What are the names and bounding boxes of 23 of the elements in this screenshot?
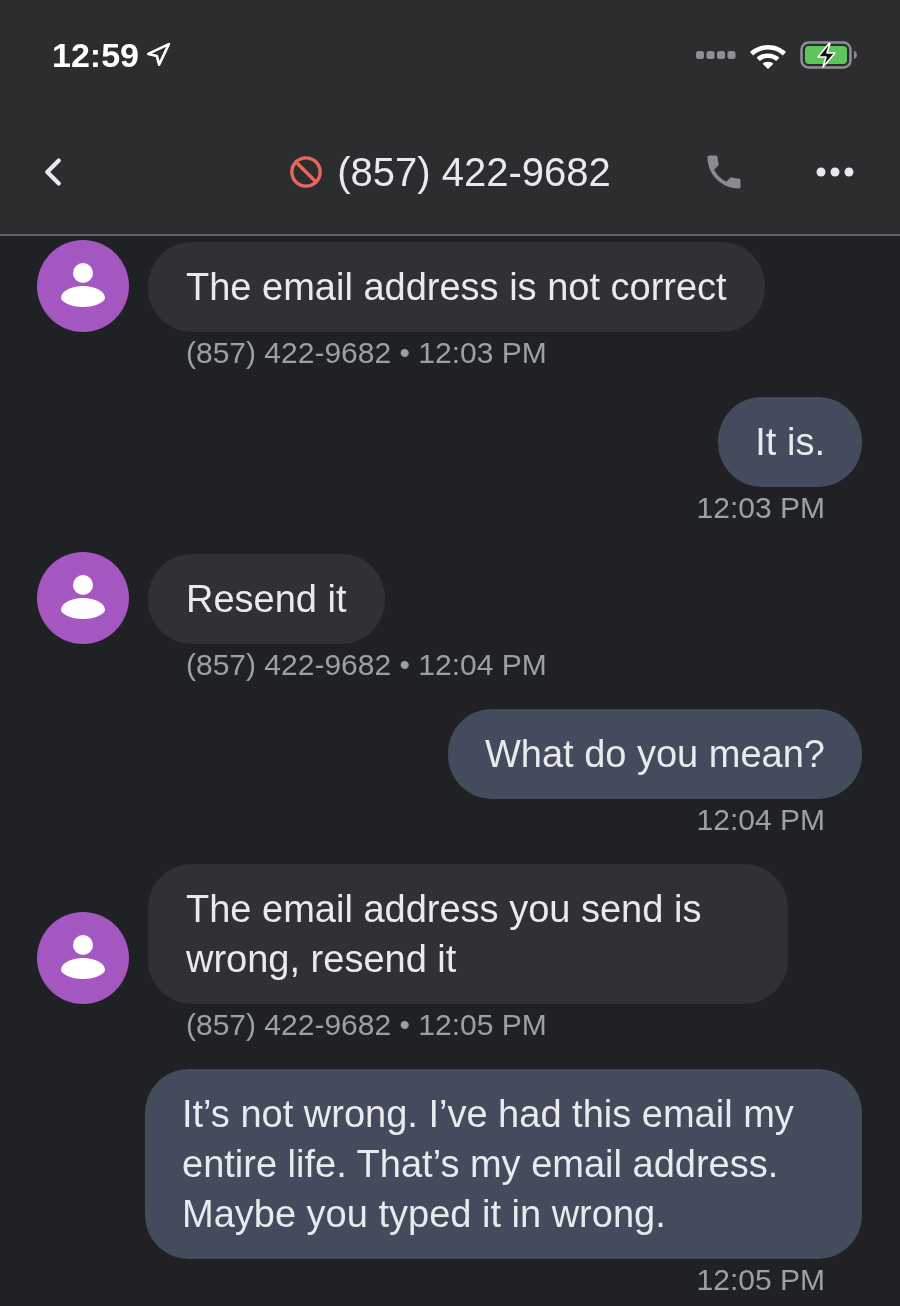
message-sender-time: (857) 422-9682 • 12:05 PM [186, 1008, 547, 1042]
contact-avatar-icon [37, 240, 129, 332]
no-signal-icon [696, 51, 736, 59]
status-time: 12:59 [52, 35, 139, 75]
message-time: 12:05 PM [696, 1263, 825, 1297]
sent-message-bubble: It’s not wrong. I’ve had this email my entire life. That’s my email address. Maybe you typed it in wrong. [145, 1069, 862, 1259]
contact-avatar-icon [37, 912, 129, 1004]
contact-number-title: (857) 422-9682 [337, 149, 611, 196]
more-options-icon [816, 167, 854, 177]
message-time: 12:04 PM [696, 803, 825, 837]
message-time: 12:03 PM [696, 491, 825, 525]
location-arrow-icon [144, 42, 171, 68]
received-message-bubble: Resend it [148, 554, 385, 644]
received-message-bubble: The email address you send is wrong, resend it [148, 864, 788, 1004]
received-message-bubble: The email address is not correct [148, 242, 765, 332]
sent-message-bubble: What do you mean? [447, 709, 862, 799]
contact-avatar-icon [37, 552, 129, 644]
sent-message-bubble: It is. [718, 397, 862, 487]
message-sender-time: (857) 422-9682 • 12:03 PM [186, 336, 547, 370]
charging-battery-icon [800, 41, 858, 69]
more-options-button[interactable] [816, 167, 854, 177]
blocked-icon [289, 155, 324, 189]
message-sender-time: (857) 422-9682 • 12:04 PM [186, 648, 547, 682]
